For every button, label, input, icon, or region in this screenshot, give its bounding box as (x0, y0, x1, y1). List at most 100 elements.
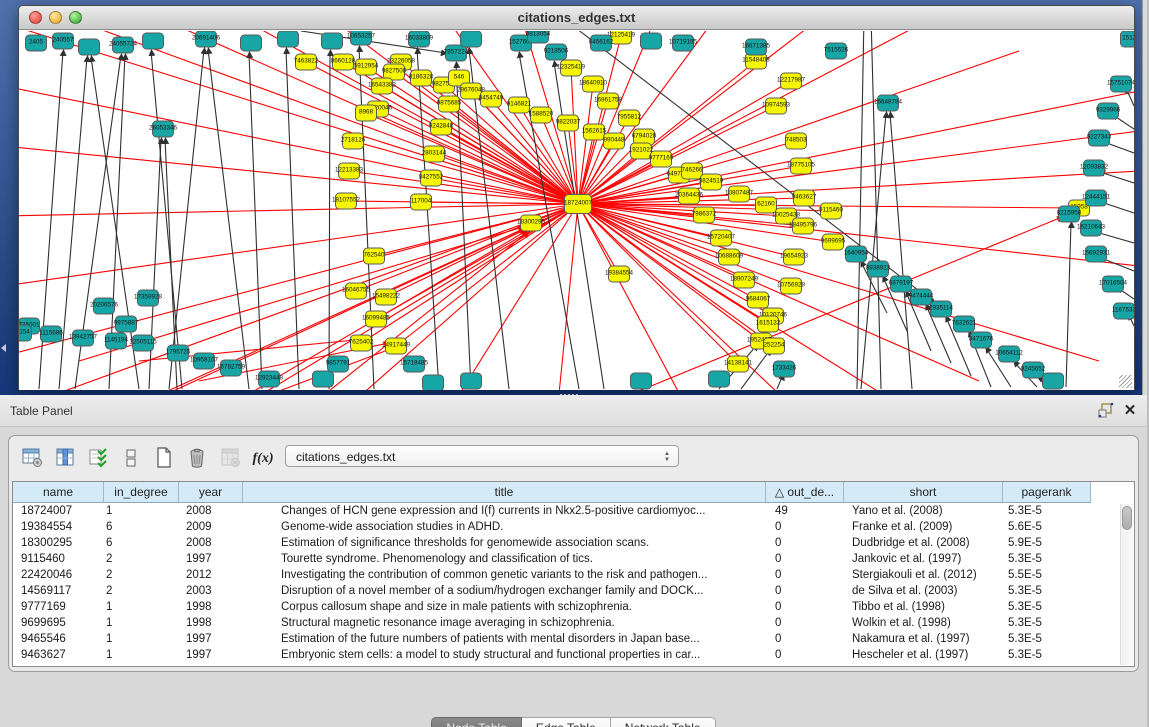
graph-node[interactable]: 8454749 (479, 91, 504, 107)
new-table-button[interactable] (151, 446, 177, 472)
graph-node[interactable]: 8186328 (409, 70, 434, 86)
graph-node[interactable]: 7632621 (952, 316, 977, 332)
graph-node[interactable]: 1795725 (166, 345, 191, 361)
select-column-button[interactable] (52, 446, 78, 472)
graph-node[interactable]: 12444151 (1082, 190, 1111, 206)
graph-node[interactable]: 12505115 (129, 335, 157, 351)
graph-node[interactable]: 8660128 (331, 54, 356, 70)
graph-node[interactable]: 15720407 (707, 230, 736, 246)
graph-node[interactable]: 746266 (681, 163, 703, 179)
graph-node[interactable]: 9975887 (114, 316, 139, 332)
graph-node[interactable]: 18107552 (332, 193, 361, 209)
graph-node[interactable]: 15751074 (1107, 76, 1134, 92)
graph-node[interactable] (461, 31, 482, 47)
delete-column-button[interactable] (184, 446, 210, 472)
column-header[interactable]: short (844, 482, 1003, 503)
table-settings-button[interactable] (19, 446, 45, 472)
graph-node[interactable]: 19654923 (780, 249, 809, 265)
graph-node[interactable]: 20364436 (675, 188, 704, 204)
graph-node[interactable]: 16033809 (405, 31, 434, 47)
graph-node[interactable]: 12213383 (335, 163, 364, 179)
graph-node[interactable]: 2803144 (422, 146, 447, 162)
graph-node[interactable]: 2718126 (341, 133, 366, 149)
graph-node[interactable]: 12093832 (1080, 160, 1109, 176)
column-header[interactable]: year (179, 482, 243, 503)
graph-node[interactable]: 10756928 (777, 278, 806, 294)
graph-node[interactable]: 62160 (756, 197, 777, 213)
graph-node[interactable]: 12217987 (777, 73, 806, 89)
graph-node[interactable] (461, 373, 482, 389)
graph-node[interactable]: 14138141 (724, 356, 753, 372)
graph-node[interactable]: 19384554 (605, 266, 634, 282)
graph-node[interactable]: 9242848 (429, 119, 454, 135)
graph-node[interactable] (278, 31, 299, 47)
graph-node[interactable]: 9245652 (1021, 362, 1046, 378)
graph-node[interactable]: 9857791 (326, 356, 351, 372)
graph-node[interactable]: 16961758 (594, 93, 623, 109)
graph-node[interactable]: 8471676 (969, 332, 994, 348)
table-row[interactable]: 911546021997Tourette syndrome. Phenomeno… (13, 551, 1134, 567)
graph-node[interactable]: 26053346 (149, 121, 178, 137)
graph-node[interactable]: 9684067 (746, 292, 771, 308)
graph-node[interactable]: 8968 (356, 105, 377, 121)
graph-node[interactable]: 8427552 (419, 170, 444, 186)
delete-table-button[interactable] (217, 446, 243, 472)
graph-node[interactable]: 10958107 (190, 353, 219, 369)
graph-node[interactable]: 117004 (411, 194, 432, 210)
graph-node[interactable]: 16099485 (362, 311, 391, 327)
column-header[interactable]: in_degree (104, 482, 179, 503)
graph-node[interactable]: 7986372 (692, 207, 717, 223)
graph-node[interactable]: 9699695 (821, 234, 846, 250)
graph-node[interactable]: 9463627 (792, 190, 817, 206)
graph-node[interactable]: 10653257 (347, 31, 376, 45)
function-builder-button[interactable]: f(x) (250, 446, 276, 472)
graph-node[interactable]: 18495796 (789, 218, 818, 234)
table-row[interactable]: 1872400712008Changes of HCN gene express… (13, 503, 1134, 519)
graph-node[interactable]: 1640954 (844, 246, 869, 262)
graph-node[interactable]: 8813054 (526, 31, 551, 43)
graph-node[interactable]: 16782759 (217, 360, 246, 376)
graph-node[interactable] (709, 371, 730, 387)
graph-node[interactable]: 16671385 (742, 39, 771, 55)
graph-node[interactable]: 240557 (52, 33, 74, 49)
graph-node[interactable]: 9227343 (1087, 130, 1112, 146)
window-resize-grip[interactable] (1119, 375, 1132, 388)
column-header[interactable]: △ out_de... (766, 482, 844, 503)
graph-node[interactable]: 9329966 (1096, 103, 1121, 119)
network-canvas-svg[interactable]: 1872400718300295193845547463822866012859… (19, 31, 1134, 390)
graph-node[interactable]: 252254 (763, 338, 785, 354)
table-row[interactable]: 1456911722003Disruption of a novel membe… (13, 583, 1134, 599)
graph-node[interactable]: 1733426 (772, 361, 797, 377)
graph-node[interactable]: 15692931 (1082, 246, 1111, 262)
graph-node[interactable]: 5912954 (354, 59, 379, 75)
window-titlebar[interactable]: citations_edges.txt (19, 6, 1134, 30)
table-row[interactable]: 969969511998Structural magnetic resonanc… (13, 615, 1134, 631)
graph-node[interactable]: 12923448 (255, 371, 284, 387)
tab-node-table[interactable]: Node Table (431, 717, 522, 727)
table-row[interactable]: 977716911998Corpus callosum shape and si… (13, 599, 1134, 615)
graph-node[interactable]: 10654112 (995, 346, 1023, 362)
graph-node[interactable] (423, 375, 444, 390)
graph-node[interactable]: 9474444 (909, 289, 934, 305)
tab-edge-table[interactable]: Edge Table (522, 717, 611, 727)
table-row[interactable]: 2242004622012Investigating the contribut… (13, 567, 1134, 583)
network-canvas[interactable]: 1872400718300295193845547463822866012859… (19, 31, 1134, 390)
graph-node[interactable]: 1115686 (39, 326, 63, 342)
row-height-button[interactable] (118, 446, 144, 472)
graph-node[interactable]: 17359928 (134, 290, 163, 306)
graph-node[interactable] (313, 371, 334, 387)
graph-node[interactable]: 9822037 (556, 115, 581, 131)
graph-node[interactable]: 16543382 (368, 78, 397, 94)
graph-node[interactable]: 24055724 (109, 37, 138, 53)
graph-node[interactable]: 18775105 (787, 158, 816, 174)
graph-node[interactable]: 1167533 (1112, 303, 1134, 319)
table-scrollbar-thumb[interactable] (1122, 506, 1132, 530)
graph-node[interactable]: 8215958 (1057, 206, 1082, 222)
column-header[interactable]: title (243, 482, 766, 503)
graph-node[interactable]: 7463822 (294, 54, 319, 70)
graph-node[interactable]: 10719185 (669, 35, 698, 51)
graph-node[interactable]: 6466162 (589, 35, 614, 51)
graph-node[interactable]: 9115460 (819, 203, 844, 219)
graph-node[interactable]: 9218506 (544, 44, 569, 60)
graph-node[interactable] (143, 33, 164, 49)
